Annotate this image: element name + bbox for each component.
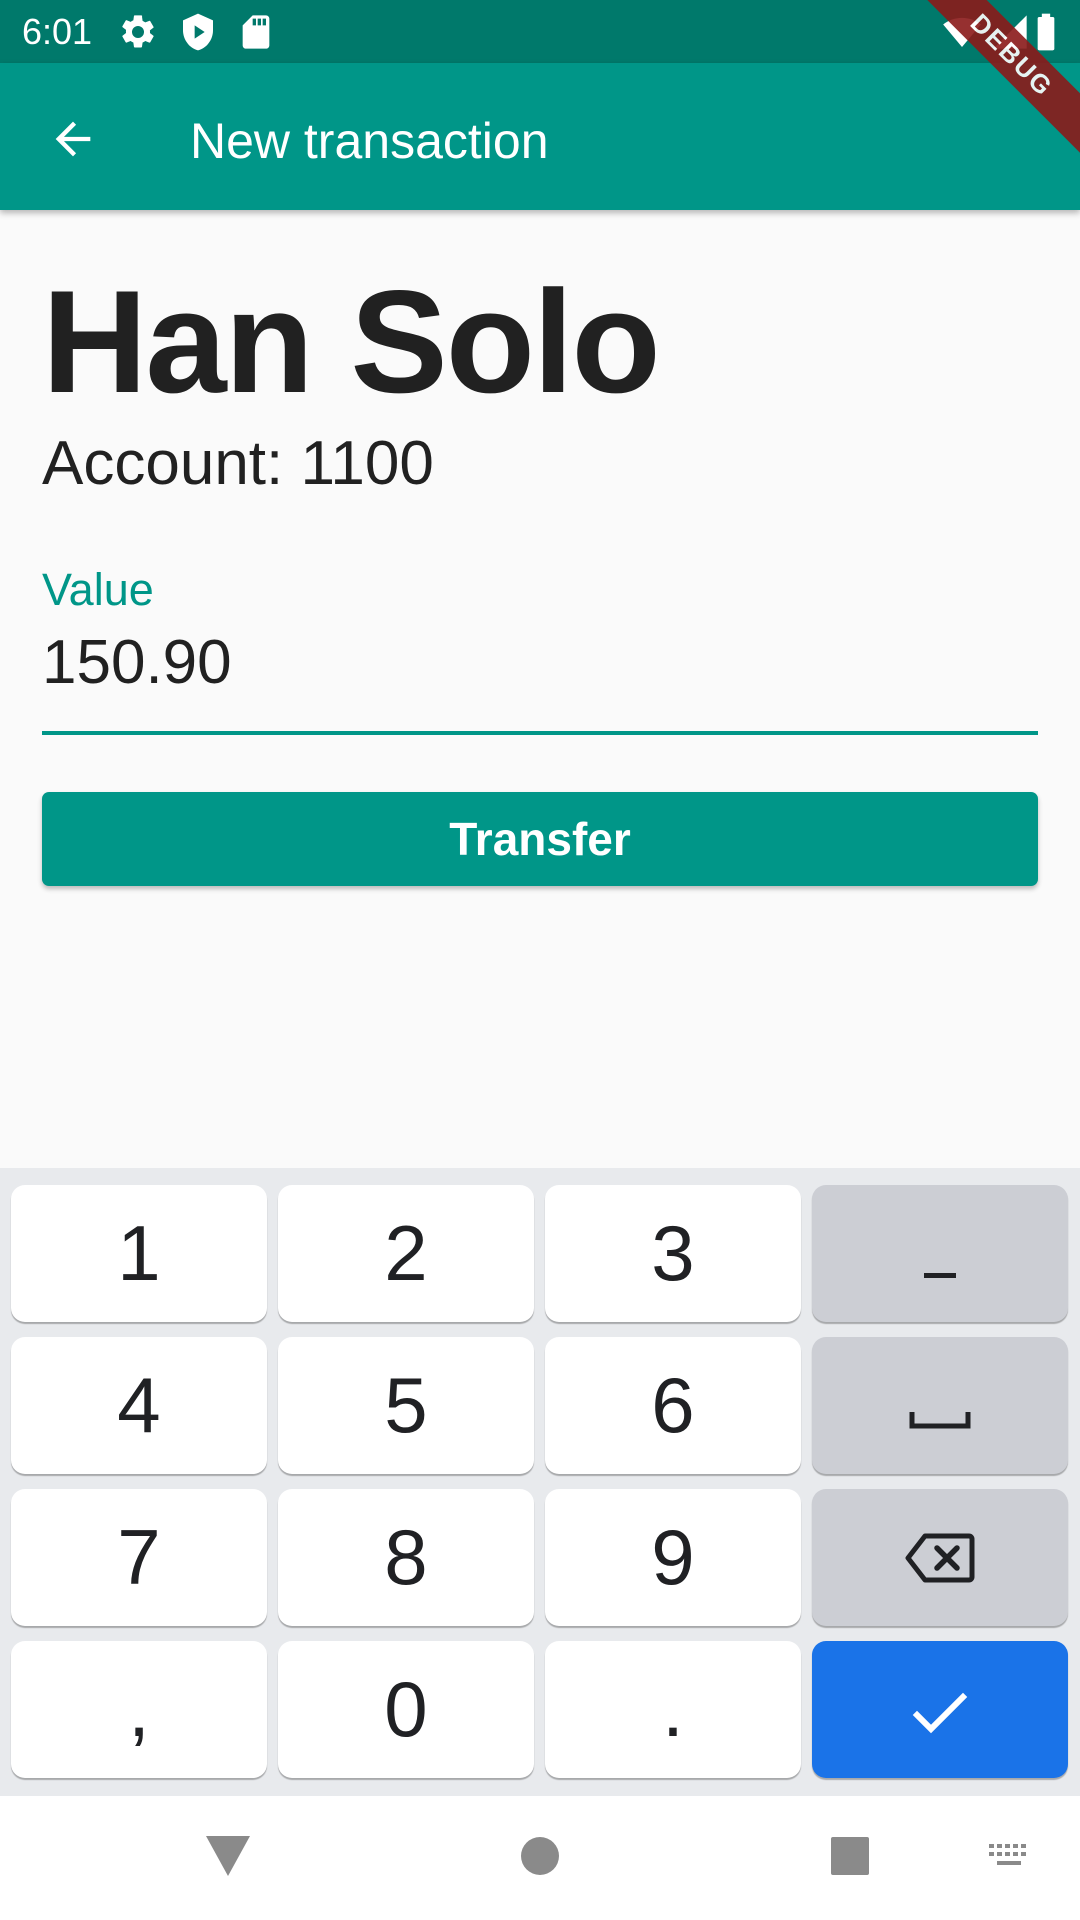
key-7[interactable]: 7 (11, 1489, 267, 1626)
sd-card-icon (236, 12, 276, 52)
app-bar: New transaction (0, 63, 1080, 210)
nav-back-button[interactable] (196, 1826, 260, 1890)
nav-keyboard-button[interactable] (976, 1826, 1042, 1890)
back-triangle-icon (204, 1834, 252, 1883)
nav-recents-button[interactable] (818, 1826, 882, 1890)
numeric-keyboard: 1 2 3 4 5 6 7 8 9 , 0 . (0, 1168, 1080, 1796)
key-2[interactable]: 2 (278, 1185, 534, 1322)
key-8[interactable]: 8 (278, 1489, 534, 1626)
key-backspace[interactable] (812, 1489, 1068, 1626)
page-title: New transaction (190, 113, 549, 169)
key-space[interactable] (812, 1337, 1068, 1474)
key-4[interactable]: 4 (11, 1337, 267, 1474)
key-done[interactable] (812, 1641, 1068, 1778)
key-6[interactable]: 6 (545, 1337, 801, 1474)
key-0[interactable]: 0 (278, 1641, 534, 1778)
backspace-icon (905, 1512, 975, 1603)
key-3[interactable]: 3 (545, 1185, 801, 1322)
status-time: 6:01 (22, 11, 93, 52)
key-comma[interactable]: , (11, 1641, 267, 1778)
value-input[interactable] (42, 625, 1038, 699)
back-button[interactable] (34, 102, 112, 180)
keyboard-icon (987, 1842, 1031, 1875)
account-number: Account: 1100 (42, 429, 434, 498)
check-icon (912, 1664, 968, 1755)
home-circle-icon (520, 1836, 560, 1881)
transfer-button[interactable]: Transfer (42, 792, 1038, 886)
minus-icon (920, 1208, 960, 1299)
gear-icon (118, 12, 158, 52)
arrow-back-icon (47, 113, 99, 170)
value-field-label: Value (42, 564, 154, 615)
shield-play-icon (178, 12, 218, 52)
wifi-icon (942, 12, 982, 52)
key-9[interactable]: 9 (545, 1489, 801, 1626)
status-bar: 6:01 (0, 0, 1080, 63)
signal-icon (990, 12, 1030, 52)
system-nav-bar (0, 1796, 1080, 1920)
value-input-underline (42, 731, 1038, 735)
nav-home-button[interactable] (508, 1826, 572, 1890)
contact-name: Han Solo (42, 260, 661, 423)
recents-square-icon (830, 1836, 870, 1881)
battery-icon (1034, 12, 1064, 52)
key-5[interactable]: 5 (278, 1337, 534, 1474)
key-minus[interactable] (812, 1185, 1068, 1322)
key-period[interactable]: . (545, 1641, 801, 1778)
key-1[interactable]: 1 (11, 1185, 267, 1322)
space-icon (908, 1360, 972, 1451)
